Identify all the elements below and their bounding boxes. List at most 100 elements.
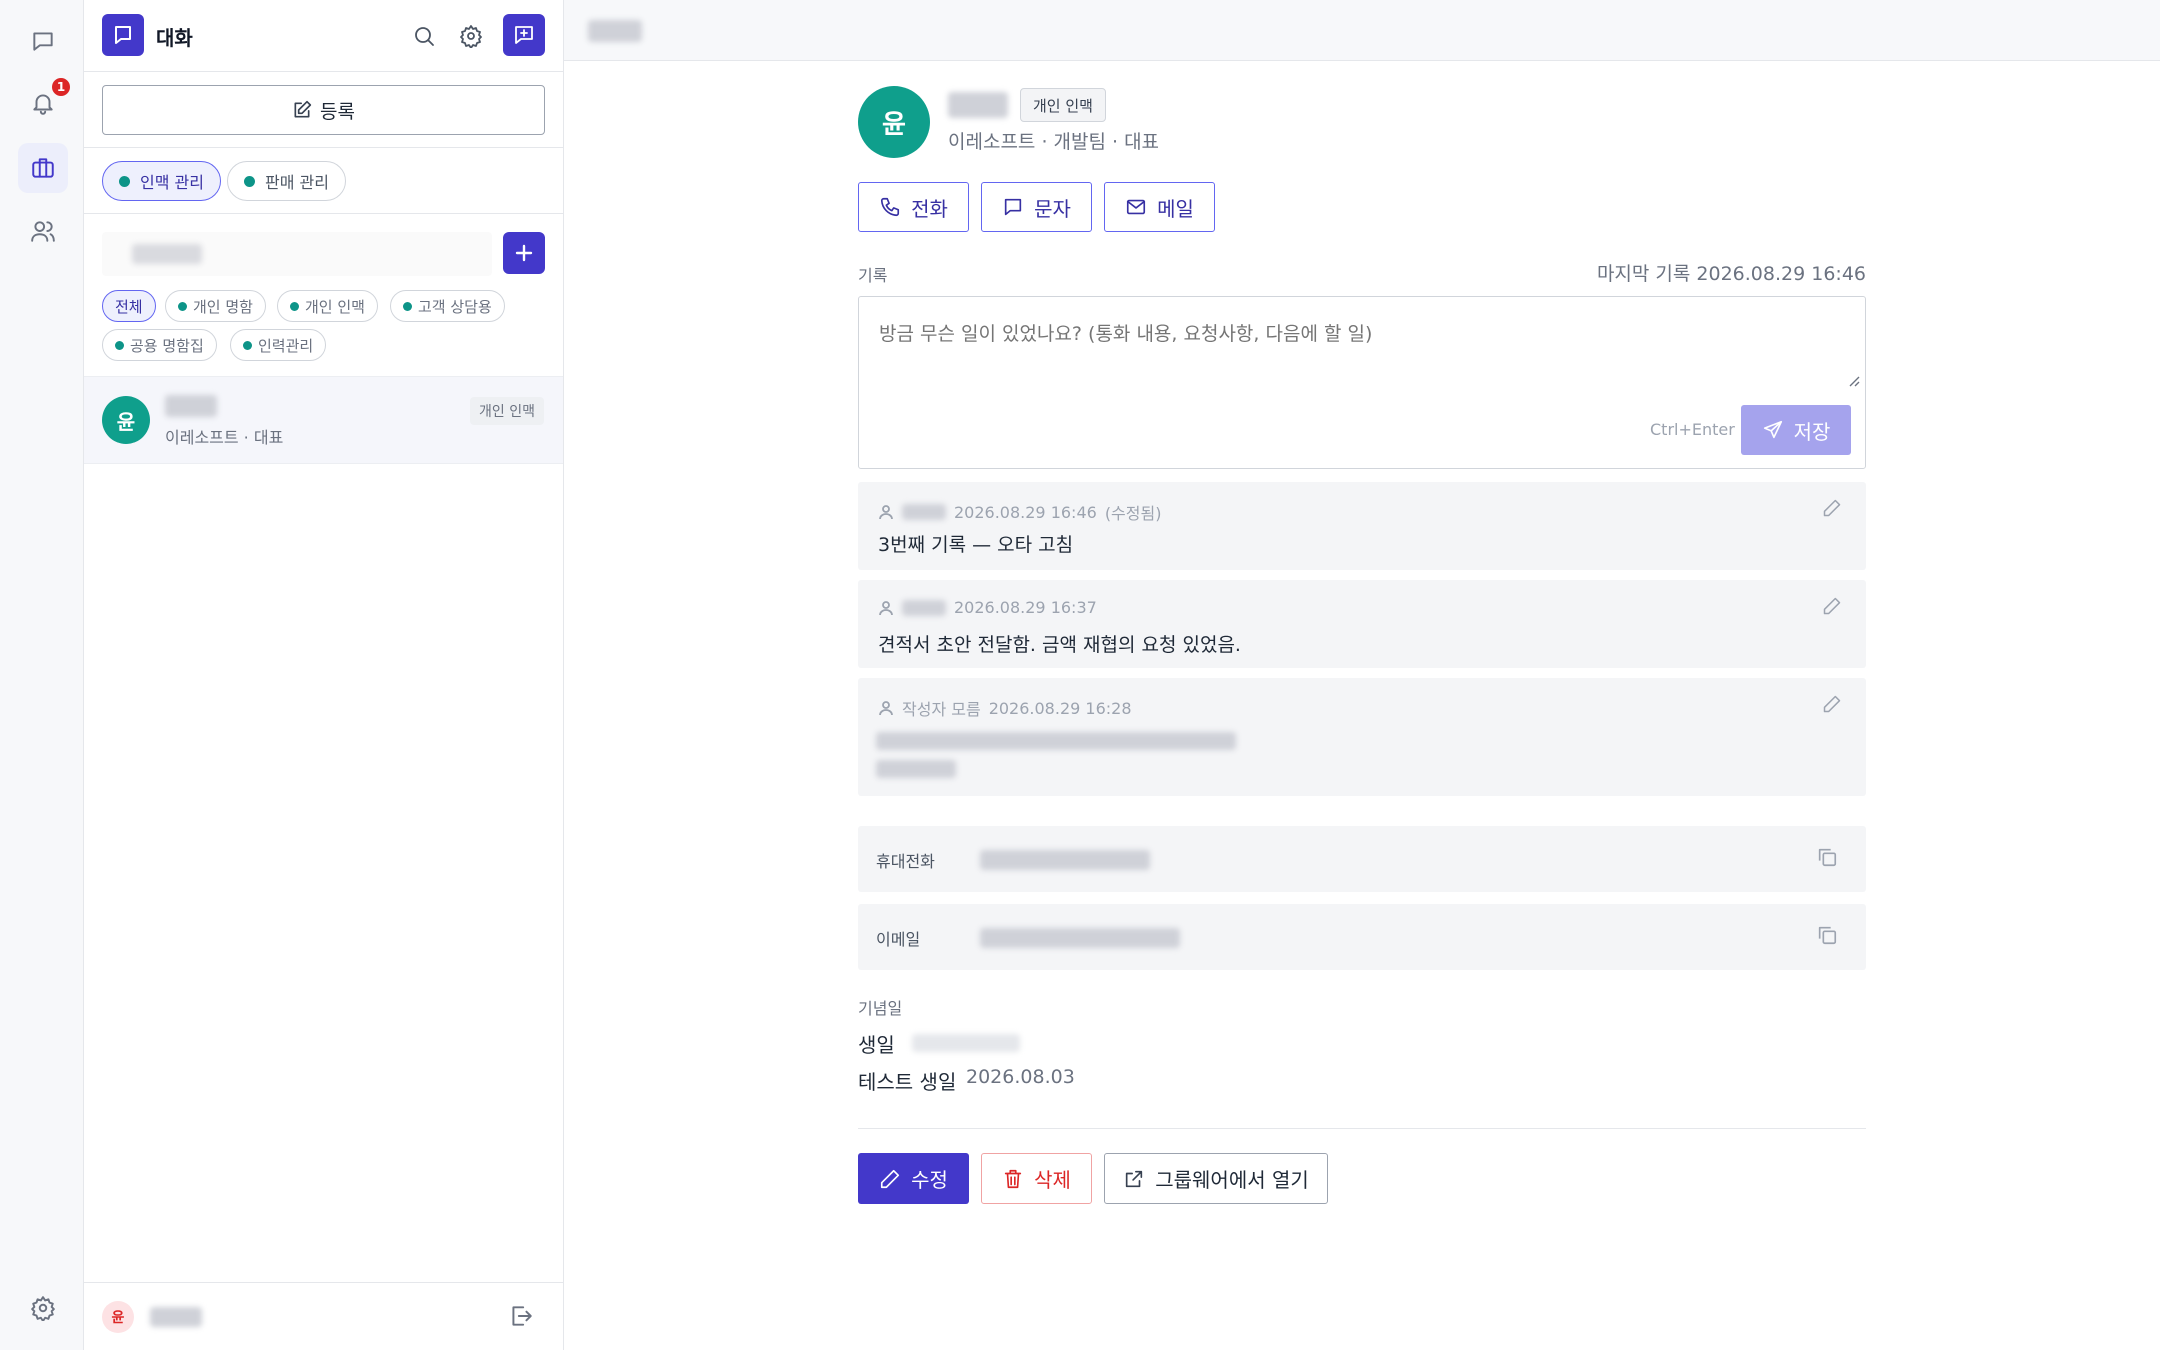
chat-bubble-icon	[115, 26, 131, 44]
call-button[interactable]: 전화	[858, 182, 969, 232]
chip-label: 개인 인맥	[305, 297, 365, 316]
phone-icon	[881, 197, 900, 217]
chip-label: 인력관리	[258, 336, 314, 355]
edit-log-button[interactable]	[1822, 498, 1844, 520]
log-text-redacted	[876, 760, 956, 778]
pencil-icon	[1823, 695, 1841, 713]
workspace-tabs: 인맥 관리 판매 관리	[84, 148, 563, 214]
filter-chip-customer-consult[interactable]: 고객 상담용	[390, 290, 505, 322]
anniversary-date: 2026.08.03	[966, 1066, 1075, 1088]
logout-icon	[512, 1306, 532, 1326]
sms-button[interactable]: 문자	[981, 182, 1092, 232]
gear-icon	[460, 25, 482, 48]
log-author: 작성자 모름	[902, 700, 981, 719]
edit-square-icon	[294, 100, 312, 118]
contact-group-tag: 개인 인맥	[1020, 88, 1106, 122]
status-dot	[178, 301, 187, 311]
tab-label: 인맥 관리	[140, 173, 204, 192]
sidebar-footer: 윤	[84, 1282, 563, 1350]
edit-log-button[interactable]	[1822, 596, 1844, 618]
logout-button[interactable]	[508, 1303, 536, 1331]
external-link-icon	[1126, 1170, 1143, 1187]
search-query-redacted	[132, 244, 202, 264]
contact-subtitle: 이레소프트 · 대표	[165, 428, 284, 447]
email-label: 이메일	[876, 930, 921, 949]
log-text-redacted	[876, 732, 1236, 750]
anniversary-name: 테스트 생일	[858, 1070, 957, 1094]
plus-icon	[515, 244, 533, 262]
filter-chip-all[interactable]: 전체	[102, 290, 156, 322]
user-icon	[879, 600, 893, 615]
mail-label: 메일	[1157, 196, 1194, 221]
sms-label: 문자	[1034, 196, 1071, 221]
mail-button[interactable]: 메일	[1104, 182, 1215, 232]
detail-topbar	[564, 0, 2160, 61]
contacts-sidebar: 대화 등록 인맥 관리 판매 관리 전체 개인 명함 개인 인맥 고객 상담용 …	[84, 0, 564, 1350]
register-label: 등록	[320, 100, 355, 123]
email-value-redacted	[980, 928, 1180, 948]
users-icon	[31, 221, 55, 242]
sidebar-title: 대화	[156, 26, 193, 50]
search-button[interactable]	[408, 20, 440, 52]
anniversary-date-redacted	[912, 1034, 1020, 1052]
register-button[interactable]: 등록	[102, 85, 545, 135]
filter-chip-hr[interactable]: 인력관리	[230, 329, 327, 361]
copy-email-button[interactable]	[1816, 924, 1842, 950]
rail-people-button[interactable]	[18, 206, 68, 256]
log-meta: 2026.08.29 16:37	[878, 598, 1097, 617]
status-dot	[243, 340, 252, 350]
log-timestamp: 2026.08.29 16:28	[988, 698, 1132, 718]
shortcut-hint: Ctrl+Enter	[1650, 420, 1735, 439]
call-label: 전화	[911, 196, 948, 221]
contact-tag: 개인 인맥	[470, 397, 544, 425]
edit-log-button[interactable]	[1822, 694, 1844, 716]
save-note-button[interactable]: 저장	[1741, 405, 1851, 455]
record-section-label: 기록	[858, 266, 888, 285]
status-dot	[244, 175, 255, 187]
filter-chip-shared-cards[interactable]: 공용 명함집	[102, 329, 217, 361]
search-icon	[415, 27, 434, 46]
log-entry: 2026.08.29 16:46 (수정됨) 3번째 기록 — 오타 고침	[858, 482, 1866, 570]
new-chat-button[interactable]	[503, 14, 545, 56]
log-text: 견적서 초안 전달함. 금액 재협의 요청 있었음.	[878, 634, 1241, 656]
log-timestamp: 2026.08.29 16:37	[954, 598, 1097, 617]
log-meta: 작성자 모름 2026.08.29 16:28	[878, 696, 1132, 720]
note-input[interactable]	[879, 319, 1839, 385]
delete-contact-button[interactable]: 삭제	[981, 1153, 1092, 1204]
sidebar-header: 대화	[84, 0, 563, 72]
contact-search[interactable]	[102, 232, 492, 276]
add-contact-button[interactable]	[503, 232, 545, 274]
filter-chip-personal-network[interactable]: 개인 인맥	[277, 290, 378, 322]
edit-contact-button[interactable]: 수정	[858, 1153, 969, 1204]
contact-org: 이레소프트 · 개발팀 · 대표	[948, 131, 1160, 153]
author-redacted	[902, 599, 946, 616]
pencil-icon	[881, 1169, 900, 1188]
status-dot	[403, 301, 412, 311]
contact-detail: 윤 개인 인맥 이레소프트 · 개발팀 · 대표 전화 문자 메일 기록 마지막…	[564, 0, 2160, 1350]
contact-name-redacted	[165, 395, 217, 417]
tab-sales-management[interactable]: 판매 관리	[227, 161, 346, 201]
tab-network-management[interactable]: 인맥 관리	[102, 161, 221, 201]
user-avatar[interactable]: 윤	[102, 1301, 134, 1333]
resize-grip-icon[interactable]	[1848, 375, 1860, 387]
last-record-time: 마지막 기록 2026.08.29 16:46	[1596, 263, 1866, 285]
rail-contacts-book-button[interactable]	[18, 143, 68, 193]
notification-badge: 1	[50, 76, 72, 98]
user-icon	[879, 701, 893, 716]
list-item[interactable]: 윤 이레소프트 · 대표 개인 인맥	[84, 376, 563, 464]
chip-label: 공용 명함집	[130, 336, 204, 355]
rail-settings-button[interactable]	[18, 1283, 68, 1333]
phone-field: 휴대전화	[858, 826, 1866, 892]
user-icon	[879, 505, 893, 520]
contact-avatar: 윤	[858, 86, 930, 158]
filter-chip-personal-cards[interactable]: 개인 명함	[165, 290, 266, 322]
settings-button[interactable]	[455, 20, 487, 52]
open-groupware-label: 그룹웨어에서 열기	[1155, 1168, 1309, 1192]
status-dot	[119, 175, 130, 187]
chip-label: 전체	[115, 297, 143, 316]
open-in-groupware-button[interactable]: 그룹웨어에서 열기	[1104, 1153, 1328, 1204]
rail-chat-button[interactable]	[18, 16, 68, 66]
copy-phone-button[interactable]	[1816, 846, 1842, 872]
email-field: 이메일	[858, 904, 1866, 970]
pencil-icon	[1823, 499, 1841, 517]
